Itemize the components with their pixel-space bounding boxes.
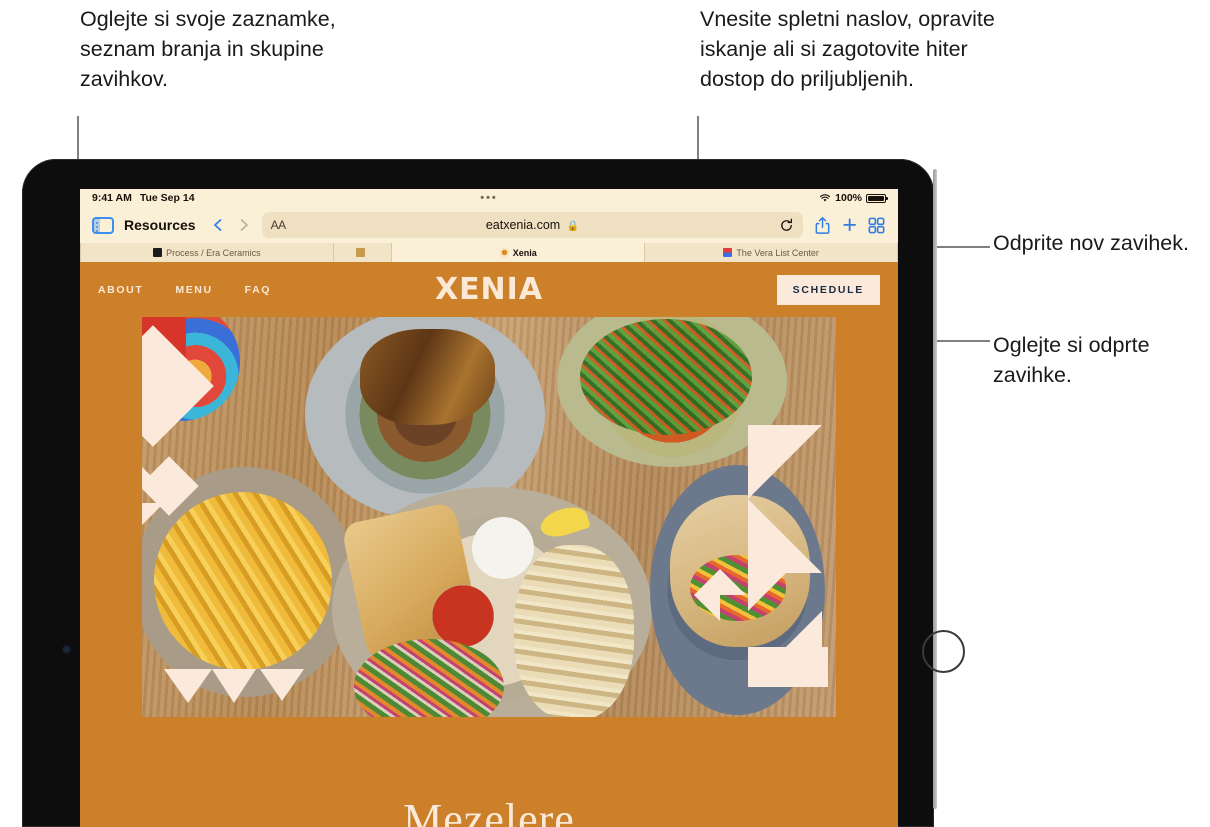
tab-item-active[interactable]: Xenia	[392, 243, 646, 262]
favicon-icon	[723, 248, 733, 257]
wifi-icon	[820, 194, 831, 202]
ipad-device: 9:41 AM Tue Sep 14 ••• 100% Resources AA…	[22, 159, 965, 827]
chevron-left-icon[interactable]	[210, 217, 226, 233]
favicon-icon	[356, 248, 366, 257]
nav-link-faq[interactable]: FAQ	[245, 284, 271, 296]
status-bar: 9:41 AM Tue Sep 14 ••• 100%	[80, 189, 898, 207]
pattern-triangle-r7	[786, 611, 822, 647]
url-text-wrap: eatxenia.com 🔒	[262, 218, 804, 232]
ipad-screen: 9:41 AM Tue Sep 14 ••• 100% Resources AA…	[80, 189, 898, 827]
status-date: Tue Sep 14	[139, 192, 195, 204]
pattern-triangle-r1	[748, 425, 822, 499]
pattern-triangle-r2	[748, 499, 822, 573]
callout-bookmarks: Oglejte si svoje zaznamke, seznam branja…	[80, 7, 336, 91]
tab-title: The Vera List Center	[736, 247, 819, 258]
tab-item[interactable]	[334, 243, 393, 262]
pattern-triangle-r6	[748, 573, 786, 611]
tab-title: Process / Era Ceramics	[166, 247, 261, 258]
nav-link-menu[interactable]: MENU	[175, 284, 212, 296]
nav-link-about[interactable]: ABOUT	[98, 284, 143, 296]
schedule-button[interactable]: SCHEDULE	[776, 274, 880, 305]
dish-fries	[154, 492, 332, 670]
site-nav: ABOUT MENU FAQ	[98, 284, 271, 296]
tab-item[interactable]: Process / Era Ceramics	[80, 243, 334, 262]
status-dots: •••	[480, 192, 498, 204]
sidebar-icon[interactable]	[92, 216, 114, 234]
battery-percent: 100%	[835, 192, 862, 204]
callout-show-tabs: Oglejte si odprte zavihke.	[993, 333, 1150, 387]
pattern-triangle-8	[212, 669, 256, 703]
browser-toolbar: Resources AA eatxenia.com 🔒 +	[80, 207, 898, 243]
pattern-triangle-9	[260, 669, 304, 701]
home-button[interactable]	[922, 630, 965, 673]
food-photo	[142, 317, 836, 717]
chevron-right-icon[interactable]	[236, 217, 252, 233]
pattern-triangle-7	[164, 669, 212, 703]
hero-image	[142, 317, 836, 717]
pattern-triangle-6	[142, 503, 164, 535]
tab-grid-icon[interactable]	[867, 216, 886, 235]
status-time: 9:41 AM	[92, 192, 132, 204]
share-icon[interactable]	[813, 216, 832, 235]
pattern-block-r8	[748, 647, 828, 687]
new-tab-button[interactable]: +	[842, 212, 857, 238]
front-camera	[62, 645, 71, 654]
dish-greens	[580, 319, 752, 435]
callout-address-bar: Vnesite spletni naslov, opravite iskanje…	[700, 7, 995, 91]
text-size-button[interactable]: AA	[271, 218, 287, 232]
device-edge	[933, 169, 937, 809]
favicon-icon	[153, 248, 163, 257]
site-header: ABOUT MENU FAQ XENIA SCHEDULE	[80, 262, 898, 317]
pattern-triangle-r3	[694, 569, 720, 595]
tab-bar: Process / Era Ceramics Xenia The Vera Li…	[80, 243, 898, 262]
url-text: eatxenia.com	[485, 218, 561, 232]
callout-new-tab: Odprite nov zavihek.	[993, 231, 1189, 255]
dish-sauce-cup	[432, 585, 494, 647]
tab-item[interactable]: The Vera List Center	[645, 243, 898, 262]
lock-icon: 🔒	[566, 221, 580, 232]
favicon-icon	[499, 248, 509, 257]
site-logo: XENIA	[434, 272, 544, 307]
dish-rice-skewers	[514, 545, 634, 717]
dish-tzatziki-cup	[472, 517, 534, 579]
webpage-content: ABOUT MENU FAQ XENIA SCHEDULE Mezelere	[80, 262, 898, 827]
pattern-triangle-r4	[720, 569, 746, 595]
dish-grilled-meat	[360, 329, 495, 425]
hero-heading: Mezelere	[403, 795, 575, 827]
tab-title: Xenia	[512, 247, 537, 258]
battery-icon	[866, 193, 888, 203]
reload-icon[interactable]	[779, 218, 794, 233]
address-bar[interactable]: AA eatxenia.com 🔒	[261, 212, 804, 238]
pattern-triangle-r5	[694, 595, 720, 621]
sidebar-title: Resources	[124, 217, 196, 233]
